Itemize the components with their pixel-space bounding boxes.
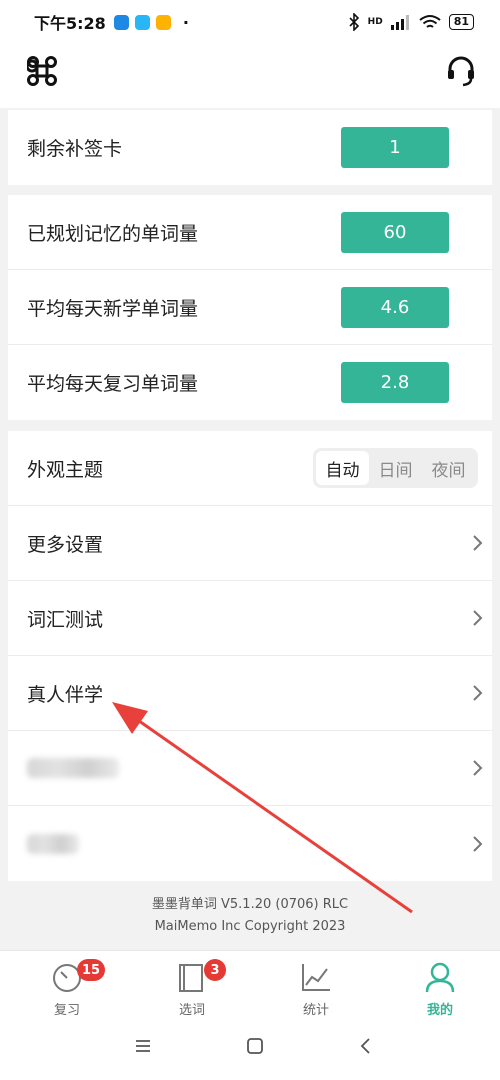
vocab-test-row[interactable]: 词汇测试 <box>8 581 492 656</box>
system-nav-bar <box>0 1024 500 1080</box>
blurred-label <box>27 833 79 854</box>
theme-option-auto[interactable]: 自动 <box>316 451 369 485</box>
wifi-icon <box>419 15 441 28</box>
theme-label: 外观主题 <box>27 458 104 481</box>
signal-icon <box>390 15 409 30</box>
back-icon[interactable] <box>358 1038 376 1054</box>
command-icon[interactable] <box>27 56 57 86</box>
more-settings-label: 更多设置 <box>27 533 104 556</box>
avg-review-words-label: 平均每天复习单词量 <box>27 373 199 395</box>
tab-select-words[interactable]: 3 选词 <box>142 951 242 1025</box>
tab-review-badge: 15 <box>77 959 106 981</box>
makeup-cards-label: 剩余补签卡 <box>27 138 123 160</box>
bluetooth-app-icon <box>113 14 129 30</box>
app-footer: 墨墨背单词 V5.1.20 (0706) RLC MaiMemo Inc Cop… <box>0 882 500 950</box>
theme-option-night[interactable]: 夜间 <box>422 451 475 485</box>
tab-select-words-badge: 3 <box>204 959 226 981</box>
tab-statistics-label: 统计 <box>302 1003 329 1018</box>
avg-review-words-value: 2.8 <box>341 362 449 403</box>
avg-new-words-value: 4.6 <box>341 286 449 328</box>
planned-words-row: 已规划记忆的单词量 60 <box>8 195 492 270</box>
settings-section: 外观主题 自动 日间 夜间 更多设置 词汇测试 真人伴学 <box>8 431 492 881</box>
more-settings-row[interactable]: 更多设置 <box>8 506 492 581</box>
chevron-right-icon <box>473 685 483 701</box>
menu-icon[interactable] <box>134 1038 152 1054</box>
status-bar: 下午5:28 · HD 81 <box>0 0 500 44</box>
makeup-cards-value: 1 <box>341 127 449 168</box>
network-type: HD <box>367 17 383 27</box>
blurred-menu-row[interactable] <box>8 806 492 881</box>
avg-new-words-label: 平均每天新学单词量 <box>27 297 199 320</box>
word-stats-section: 已规划记忆的单词量 60 平均每天新学单词量 4.6 平均每天复习单词量 2.8 <box>8 195 492 420</box>
blurred-menu-row[interactable] <box>8 731 492 806</box>
planned-words-value: 60 <box>341 211 449 253</box>
top-bar <box>0 44 500 108</box>
bluetooth-icon <box>349 13 359 31</box>
theme-option-day[interactable]: 日间 <box>369 451 422 485</box>
tab-review[interactable]: 15 复习 <box>17 951 117 1025</box>
chevron-right-icon <box>473 835 483 852</box>
headset-icon[interactable] <box>445 54 477 88</box>
status-time: 下午5:28 <box>34 14 106 33</box>
tab-select-words-label: 选词 <box>178 1003 205 1018</box>
makeup-cards-row: 剩余补签卡 1 <box>8 110 492 185</box>
app-notification-icon <box>134 14 150 30</box>
chart-line-icon <box>302 964 330 991</box>
chevron-right-icon <box>473 610 483 626</box>
tab-me-label: 我的 <box>426 1003 453 1018</box>
companion-study-label: 真人伴学 <box>27 683 104 706</box>
planned-words-label: 已规划记忆的单词量 <box>27 222 199 245</box>
user-icon <box>425 962 455 993</box>
home-icon[interactable] <box>246 1038 264 1054</box>
theme-segmented-control: 自动 日间 夜间 <box>313 448 478 488</box>
tab-me[interactable]: 我的 <box>390 951 490 1025</box>
battery-indicator: 81 <box>448 14 474 30</box>
companion-study-row[interactable]: 真人伴学 <box>8 656 492 731</box>
copyright-text: MaiMemo Inc Copyright 2023 <box>154 919 346 934</box>
notes-app-icon <box>155 14 171 30</box>
dot-indicator-icon: · <box>182 12 189 32</box>
blurred-label <box>27 758 119 778</box>
avg-new-words-row: 平均每天新学单词量 4.6 <box>8 270 492 345</box>
tab-bar: 15 复习 3 选词 统计 我的 <box>0 950 500 1024</box>
vocab-test-label: 词汇测试 <box>27 608 104 631</box>
makeup-card-section: 剩余补签卡 1 <box>8 110 492 185</box>
theme-row: 外观主题 自动 日间 夜间 <box>8 431 492 506</box>
chevron-right-icon <box>473 760 483 776</box>
chevron-right-icon <box>473 535 483 551</box>
avg-review-words-row: 平均每天复习单词量 2.8 <box>8 345 492 420</box>
tab-review-label: 复习 <box>53 1003 80 1018</box>
version-text: 墨墨背单词 V5.1.20 (0706) RLC <box>151 897 349 912</box>
tab-statistics[interactable]: 统计 <box>266 951 366 1025</box>
book-icon <box>179 964 203 992</box>
